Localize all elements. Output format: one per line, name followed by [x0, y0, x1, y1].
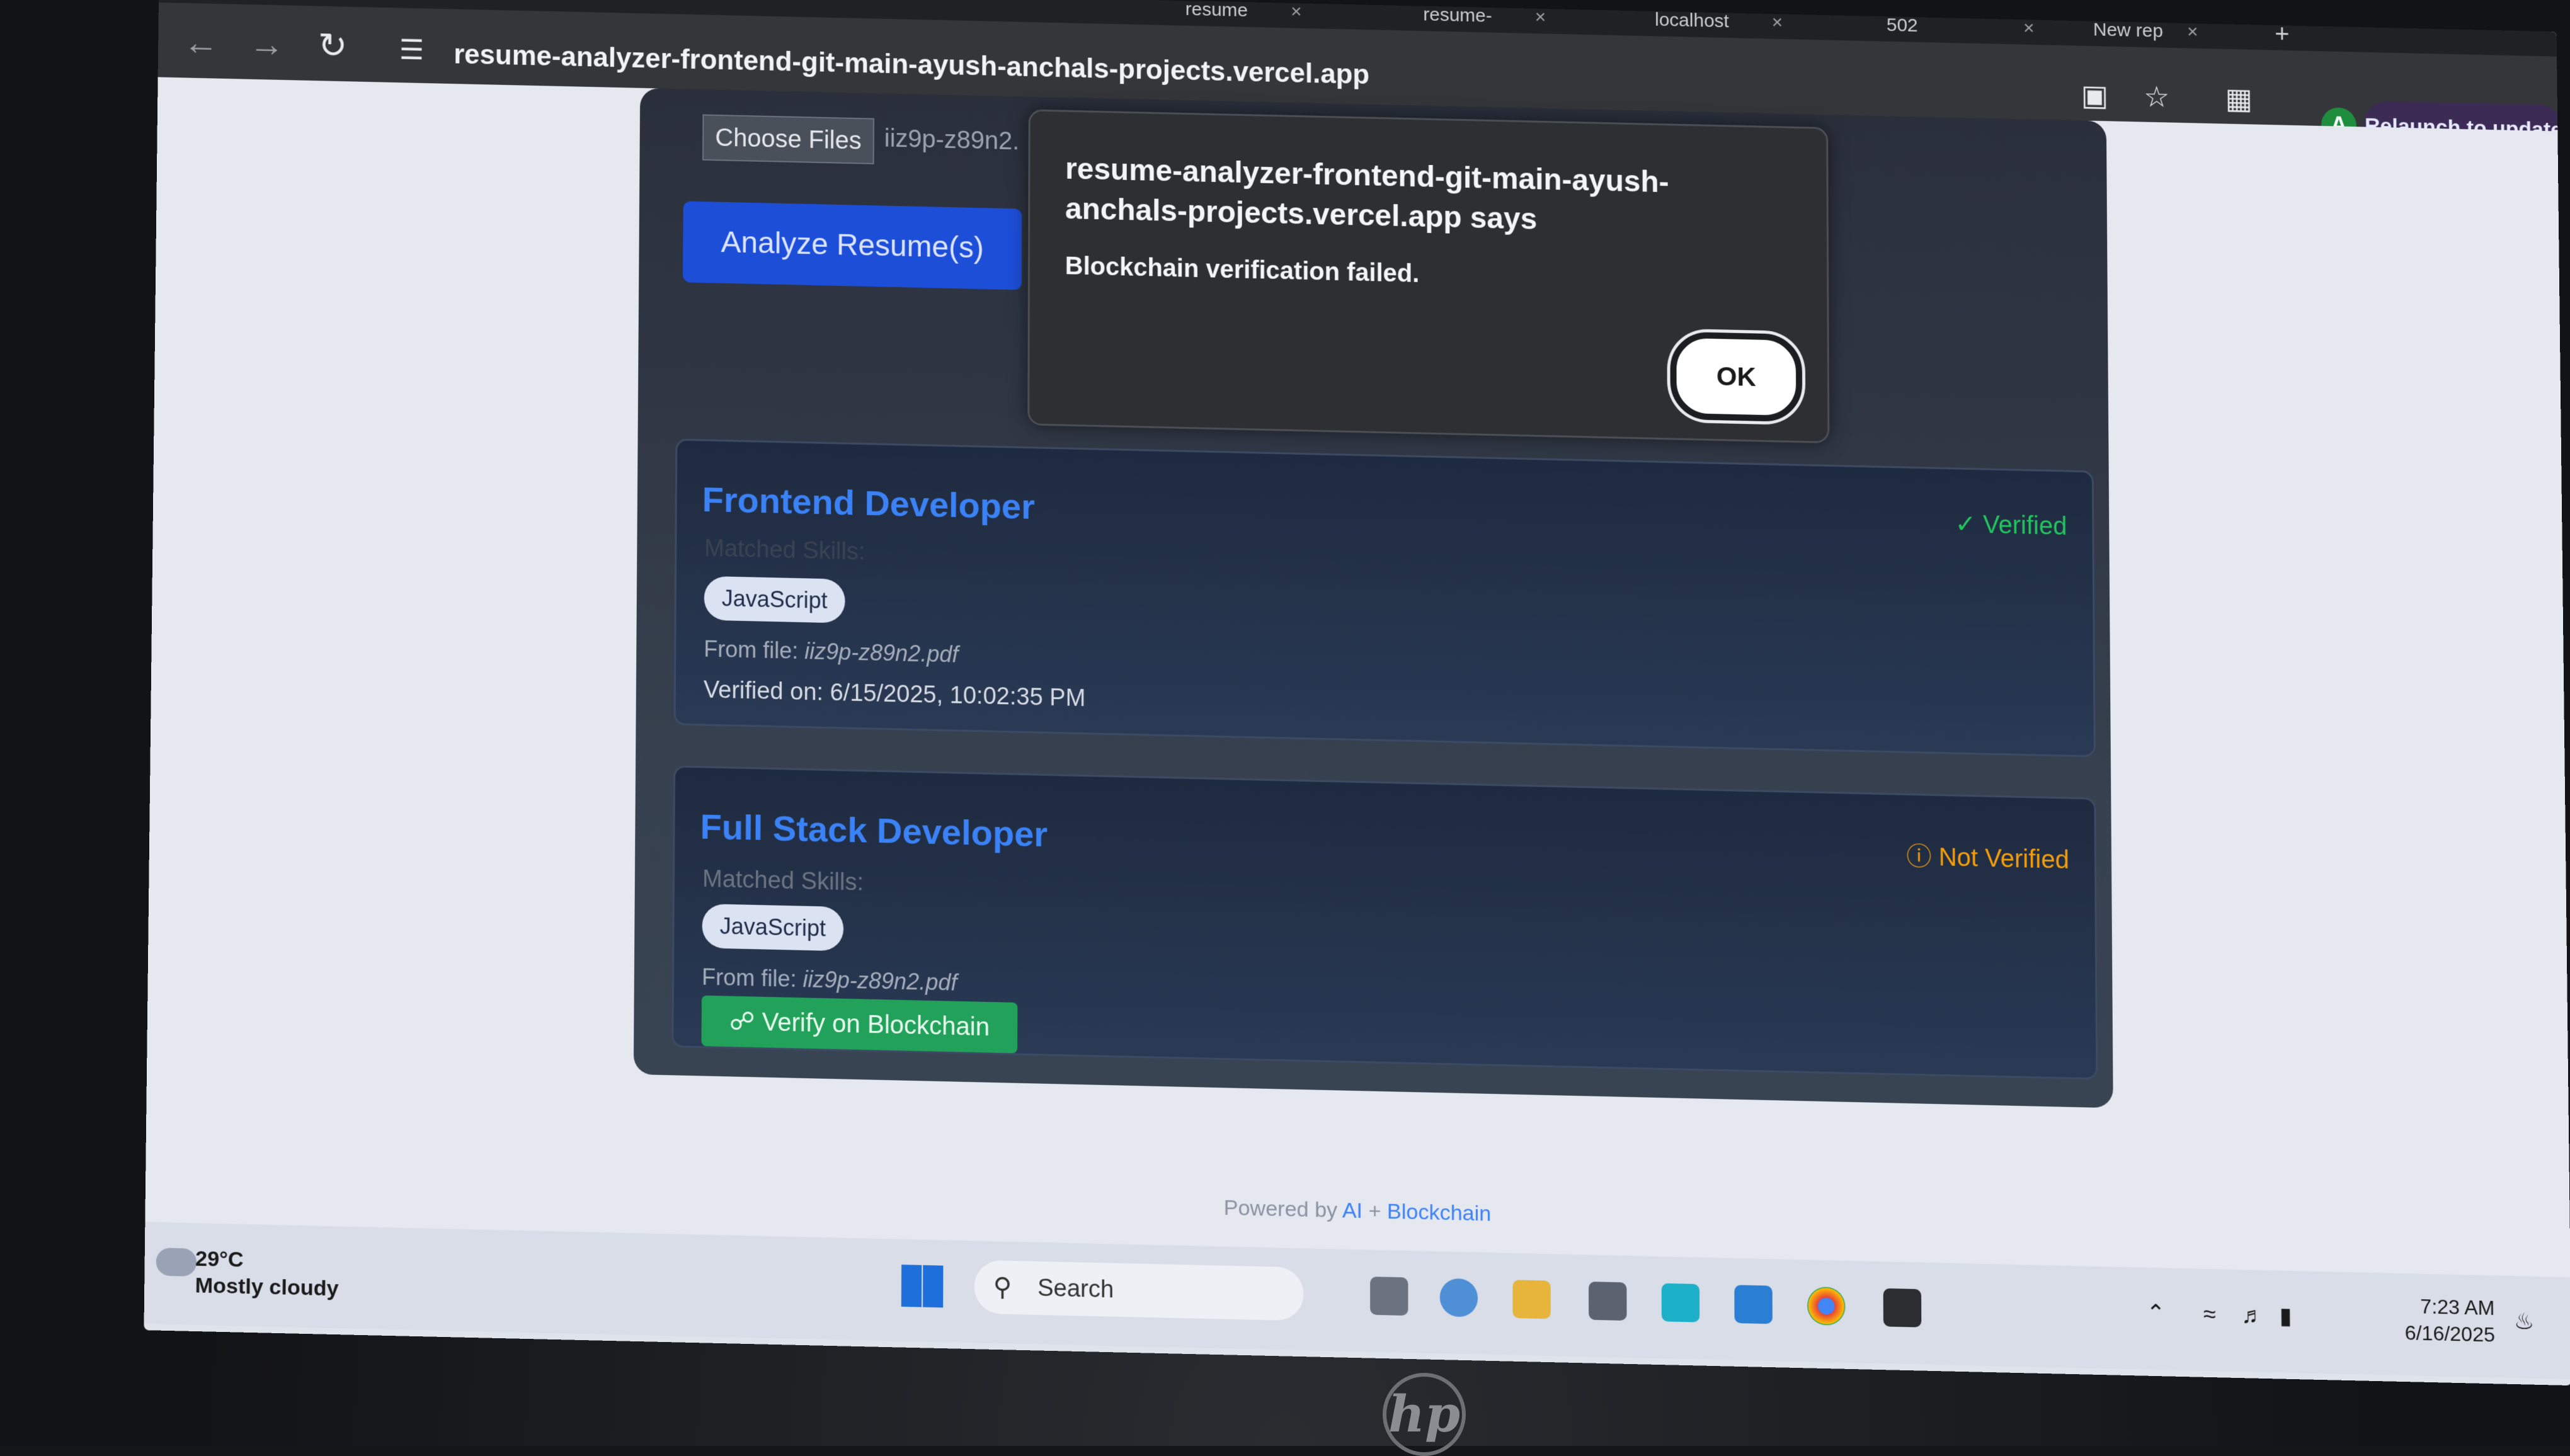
tray-chevron-icon[interactable]: ⌃	[2146, 1299, 2166, 1326]
from-label: From file:	[704, 635, 799, 664]
weather-condition: Mostly cloudy	[195, 1273, 339, 1301]
from-label: From file:	[702, 964, 797, 992]
chat-icon[interactable]	[1439, 1278, 1478, 1317]
tab-label: resume-	[1423, 4, 1492, 26]
powered-ai-link[interactable]: AI	[1342, 1198, 1362, 1223]
search-icon: ⚲	[993, 1273, 1012, 1302]
check-circle-icon: ✓	[1955, 510, 1977, 538]
tab-resume-2[interactable]: resume- ×	[1423, 4, 1546, 34]
matched-skills-label: Matched Skills:	[704, 535, 865, 566]
app-icon[interactable]	[1661, 1283, 1700, 1322]
new-tab-button[interactable]: +	[2275, 20, 2290, 50]
close-icon[interactable]: ×	[1291, 1, 1301, 22]
skill-chip: JavaScript	[702, 903, 844, 952]
terminal-icon[interactable]	[1883, 1288, 1922, 1328]
close-icon[interactable]: ×	[1535, 7, 1546, 28]
job-title: Frontend Developer	[702, 479, 1035, 526]
file-name: iiz9p-z89n2.pdf	[804, 638, 959, 668]
alert-circle-icon: ⓘ	[1906, 842, 1932, 872]
matched-skills-label: Matched Skills:	[702, 865, 864, 896]
weather-widget[interactable]: 29°C Mostly cloudy	[195, 1246, 339, 1302]
status-badge: ⓘ Not Verified	[1906, 836, 2069, 876]
tab-label: 502	[1886, 14, 1918, 37]
reload-icon[interactable]: ↻	[317, 25, 347, 66]
chrome-icon[interactable]	[1807, 1286, 1846, 1326]
battery-icon[interactable]: ▮	[2279, 1302, 2292, 1329]
source-file: From file: iiz9p-z89n2.pdf	[702, 964, 957, 996]
back-icon[interactable]: ←	[183, 21, 219, 62]
clock-time: 7:23 AM	[2420, 1295, 2495, 1320]
ok-button[interactable]: OK	[1670, 331, 1803, 423]
powered-prefix: Powered by	[1223, 1195, 1338, 1223]
selected-file-name: iiz9p-z89n2.	[884, 124, 1020, 156]
vscode-icon[interactable]	[1734, 1285, 1773, 1324]
tab-label: New rep	[2093, 19, 2164, 42]
result-card-frontend: Frontend Developer ✓ Verified Matched Sk…	[673, 438, 2096, 758]
extensions-icon[interactable]: ▦	[2225, 81, 2253, 115]
notification-bell-icon[interactable]: ♨	[2514, 1308, 2535, 1335]
forward-icon[interactable]: →	[249, 23, 284, 64]
tab-resume[interactable]: resume ×	[1185, 0, 1302, 28]
choose-files-button[interactable]: Choose Files	[702, 114, 874, 164]
verify-button-label: Verify on Blockchain	[762, 1008, 990, 1042]
clock-date: 6/16/2025	[2404, 1321, 2496, 1346]
search-label: Search	[1037, 1275, 1114, 1304]
dialog-title: resume-analyzer-frontend-git-main-ayush-…	[1065, 152, 1669, 236]
shield-check-icon: ☍	[729, 1007, 755, 1036]
result-card-fullstack: Full Stack Developer ⓘ Not Verified Matc…	[671, 765, 2098, 1080]
close-icon[interactable]: ×	[2023, 18, 2035, 38]
system-clock[interactable]: 7:23 AM 6/16/2025	[2349, 1291, 2495, 1348]
dialog-message: Blockchain verification failed.	[1065, 252, 1420, 288]
bookmark-star-icon[interactable]: ☆	[2144, 79, 2169, 113]
tab-new-rep[interactable]: New rep ×	[2093, 19, 2198, 48]
temperature: 29°C	[195, 1246, 244, 1272]
source-file: From file: iiz9p-z89n2.pdf	[704, 636, 958, 668]
status-label: Not Verified	[1938, 843, 2070, 874]
tab-502[interactable]: 502 ×	[1886, 14, 2035, 45]
analyze-button[interactable]: Analyze Resume(s)	[682, 201, 1022, 290]
verify-blockchain-button[interactable]: ☍ Verify on Blockchain	[701, 995, 1018, 1054]
status-badge: ✓ Verified	[1955, 509, 2067, 541]
file-explorer-icon[interactable]	[1512, 1280, 1551, 1319]
task-view-icon[interactable]	[1370, 1277, 1408, 1316]
tab-label: localhost	[1655, 9, 1729, 32]
monitor-screen: resume × resume- × localhost × 502 × New…	[144, 0, 2570, 1386]
hp-logo: hp	[1383, 1373, 1466, 1456]
verified-timestamp: Verified on: 6/15/2025, 10:02:35 PM	[703, 676, 1086, 712]
status-label: Verified	[1983, 511, 2067, 541]
powered-blockchain-link[interactable]: Blockchain	[1387, 1200, 1491, 1226]
wifi-icon[interactable]: ≈	[2203, 1300, 2216, 1328]
file-name: iiz9p-z89n2.pdf	[802, 966, 957, 996]
tab-label: resume	[1185, 0, 1248, 21]
start-icon[interactable]	[901, 1265, 944, 1308]
taskbar-search[interactable]: ⚲ Search	[974, 1260, 1304, 1321]
alert-dialog: resume-analyzer-frontend-git-main-ayush-…	[1027, 109, 1830, 444]
powered-plus: +	[1368, 1198, 1381, 1224]
skill-chip: JavaScript	[704, 576, 845, 623]
store-icon[interactable]	[1589, 1282, 1627, 1321]
volume-icon[interactable]: ♬	[2241, 1302, 2264, 1329]
site-info-icon[interactable]: ☰	[399, 34, 425, 66]
cloud-icon	[156, 1248, 197, 1277]
close-icon[interactable]: ×	[1772, 12, 1783, 33]
tab-localhost[interactable]: localhost ×	[1655, 9, 1783, 39]
job-title: Full Stack Developer	[700, 806, 1048, 855]
install-app-icon[interactable]: ▣	[2081, 78, 2109, 112]
close-icon[interactable]: ×	[2187, 21, 2198, 42]
